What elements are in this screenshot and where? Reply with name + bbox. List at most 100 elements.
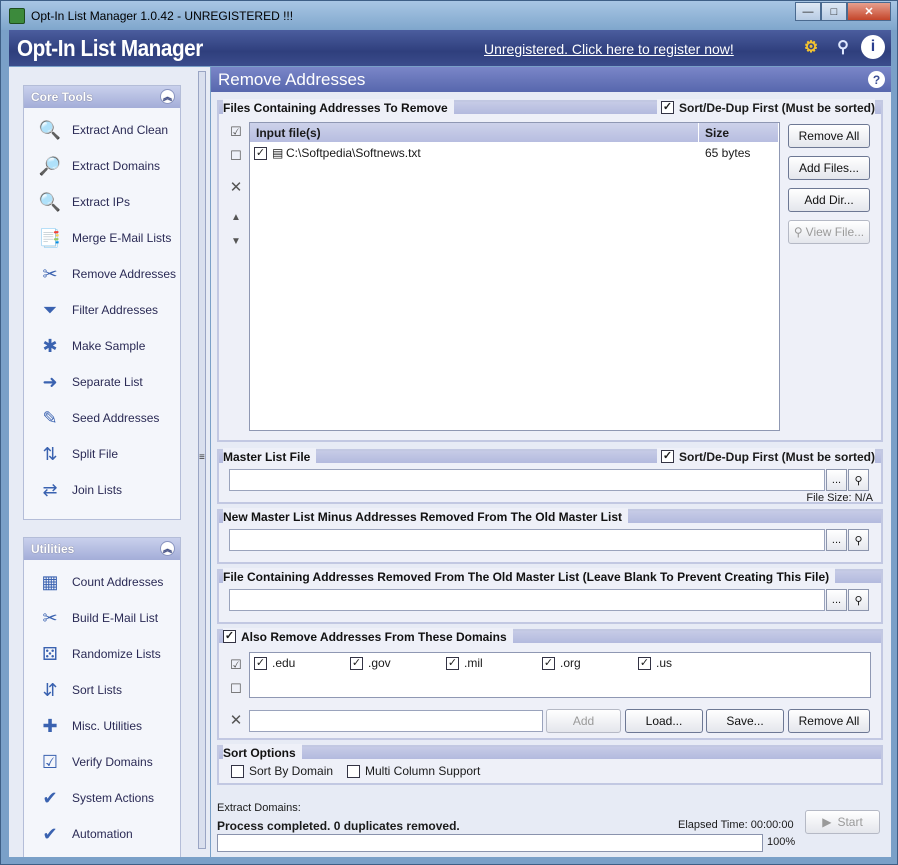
sidebar-item-sort-lists[interactable]: ⇵ Sort Lists [24, 672, 180, 708]
browse-button[interactable]: ... [826, 529, 847, 551]
sidebar-item-verify-domains[interactable]: ☑ Verify Domains [24, 744, 180, 780]
domain-item[interactable]: ✓ .us [638, 656, 734, 670]
checkbox-unchecked-icon [231, 764, 244, 778]
browse-button[interactable]: ... [826, 589, 847, 611]
sidebar-item-count-addresses[interactable]: ▦ Count Addresses [24, 564, 180, 600]
checkbox-checked-icon: ✓ [660, 101, 674, 114]
sidebar-item-build-e-mail-list[interactable]: ✂ Build E-Mail List [24, 600, 180, 636]
sidebar-item-remove-addresses[interactable]: ✂ Remove Addresses [24, 256, 180, 292]
start-button[interactable]: ▶ Start [805, 810, 880, 834]
sidebar-item-merge-e-mail-lists[interactable]: 📑 Merge E-Mail Lists [24, 220, 180, 256]
check-all-icon[interactable]: ☑ [227, 124, 245, 140]
sidebar-scrollbar[interactable]: ≡ [195, 67, 210, 857]
ip-magnifier-icon: 🔍 [38, 191, 62, 212]
uncheck-all-icon[interactable]: ☐ [227, 681, 245, 697]
domain-item[interactable]: ✓ .mil [446, 656, 542, 670]
load-domains-button[interactable]: Load... [625, 709, 703, 733]
files-panel: Files Containing Addresses To Remove ✓ So… [217, 99, 883, 442]
domain-item[interactable]: ✓ .edu [254, 656, 350, 670]
sidebar-item-label: Count Addresses [72, 575, 164, 589]
save-domains-button[interactable]: Save... [706, 709, 784, 733]
sidebar-item-make-sample[interactable]: ✱ Make Sample [24, 328, 180, 364]
sidebar-item-label: Misc. Utilities [72, 719, 143, 733]
multi-column-label: Multi Column Support [365, 764, 481, 778]
sidebar-item-separate-list[interactable]: ➜ Separate List [24, 364, 180, 400]
column-header-input-file[interactable]: Input file(s) [250, 123, 699, 142]
app-logo: Opt-In List Manager [17, 34, 203, 61]
sidebar-item-split-file[interactable]: ⇅ Split File [24, 436, 180, 472]
sort-by-domain-checkbox[interactable]: Sort By Domain [231, 764, 333, 778]
start-label: Start [837, 815, 863, 829]
sidebar-item-extract-and-clean[interactable]: 🔍 Extract And Clean [24, 112, 180, 148]
column-header-size[interactable]: Size [699, 123, 779, 142]
register-link[interactable]: Unregistered. Click here to register now… [484, 41, 734, 57]
add-dir-button[interactable]: Add Dir... [788, 188, 870, 212]
domains-list[interactable]: ✓ .edu ✓ .gov ✓ .mil ✓ .org ✓ .us [249, 652, 871, 698]
remove-all-files-button[interactable]: Remove All [788, 124, 870, 148]
multi-column-checkbox[interactable]: Multi Column Support [347, 764, 480, 778]
core-tools-title: Core Tools [31, 90, 93, 104]
move-down-icon[interactable]: ▼ [227, 236, 245, 247]
sidebar-item-filter-addresses[interactable]: ⏷ Filter Addresses [24, 292, 180, 328]
view-magnifier-icon[interactable]: ⚲ [848, 589, 869, 611]
checkbox-checked-icon: ✓ [446, 656, 459, 670]
remove-all-domains-button[interactable]: Remove All [788, 709, 870, 733]
page-title: Remove Addresses [218, 69, 366, 89]
title-bar: Opt-In List Manager 1.0.42 - UNREGISTERE… [1, 1, 897, 30]
check-all-icon[interactable]: ☑ [227, 657, 245, 673]
domain-label: .org [560, 656, 581, 670]
sidebar-item-label: Filter Addresses [72, 303, 159, 317]
master-list-input[interactable] [229, 469, 825, 491]
search-icon[interactable]: ⚲ [829, 33, 857, 61]
uncheck-all-icon[interactable]: ☐ [227, 148, 245, 164]
checkbox-checked-icon: ✓ [254, 656, 267, 670]
maximize-button[interactable]: □ [821, 2, 847, 21]
sidebar-item-label: Randomize Lists [72, 647, 161, 661]
files-sort-checkbox[interactable]: ✓ Sort/De-Dup First (Must be sorted) [656, 99, 875, 116]
view-magnifier-icon[interactable]: ⚲ [848, 469, 869, 491]
delete-icon[interactable]: ✕ [227, 178, 245, 196]
new-master-input[interactable] [229, 529, 825, 551]
separate-icon: ➜ [42, 371, 58, 392]
settings-gear-icon[interactable]: ⚙ [797, 33, 825, 61]
sidebar-item-label: Seed Addresses [72, 411, 160, 425]
input-files-table[interactable]: Input file(s) Size ✓ ▤ C:\Softpedia\Softn… [249, 122, 780, 431]
filter-icon: ⏷ [42, 299, 58, 320]
removed-file-input[interactable] [229, 589, 825, 611]
seed-icon: ✎ [42, 407, 58, 428]
sidebar-item-label: Build E-Mail List [72, 611, 159, 625]
row-checkbox[interactable]: ✓ [254, 146, 267, 160]
sidebar-item-label: Verify Domains [72, 755, 153, 769]
domain-item[interactable]: ✓ .gov [350, 656, 446, 670]
domain-input[interactable] [249, 710, 543, 732]
sidebar-item-join-lists[interactable]: ⇄ Join Lists [24, 472, 180, 508]
domains-panel: ✓ Also Remove Addresses From These Domain… [217, 628, 883, 740]
sidebar-item-system-actions[interactable]: ✔ System Actions [24, 780, 180, 816]
collapse-icon[interactable]: ︽ [160, 541, 175, 556]
add-files-button[interactable]: Add Files... [788, 156, 870, 180]
table-row[interactable]: ✓ ▤ C:\Softpedia\Softnews.txt 65 bytes [250, 142, 779, 164]
sidebar-item-extract-domains[interactable]: 🔎 Extract Domains [24, 148, 180, 184]
close-button[interactable]: ✕ [847, 2, 891, 21]
sidebar-item-extract-ips[interactable]: 🔍 Extract IPs [24, 184, 180, 220]
toolbox-icon: ✚ [42, 715, 58, 736]
domain-item[interactable]: ✓ .org [542, 656, 638, 670]
move-up-icon[interactable]: ▲ [227, 212, 245, 223]
info-icon[interactable]: i [861, 35, 885, 59]
delete-icon[interactable]: ✕ [227, 711, 245, 729]
sidebar-item-randomize-lists[interactable]: ⚄ Randomize Lists [24, 636, 180, 672]
domains-title-checkbox[interactable]: ✓ Also Remove Addresses From These Domain… [223, 628, 513, 645]
sidebar-item-misc-utilities[interactable]: ✚ Misc. Utilities [24, 708, 180, 744]
master-sort-checkbox[interactable]: ✓ Sort/De-Dup First (Must be sorted) [656, 448, 875, 465]
collapse-icon[interactable]: ︽ [160, 89, 175, 104]
sidebar-item-automation[interactable]: ✔ Automation [24, 816, 180, 852]
minimize-button[interactable]: — [795, 2, 821, 21]
status-message: Process completed. 0 duplicates removed. [217, 819, 460, 833]
view-file-button[interactable]: ⚲ View File... [788, 220, 870, 244]
sidebar: Core Tools ︽ 🔍 Extract And Clean 🔎 Extract D… [9, 67, 195, 857]
add-domain-button[interactable]: Add [546, 709, 621, 733]
sidebar-item-seed-addresses[interactable]: ✎ Seed Addresses [24, 400, 180, 436]
view-magnifier-icon[interactable]: ⚲ [848, 529, 869, 551]
help-icon[interactable]: ? [868, 71, 885, 88]
browse-button[interactable]: ... [826, 469, 847, 491]
